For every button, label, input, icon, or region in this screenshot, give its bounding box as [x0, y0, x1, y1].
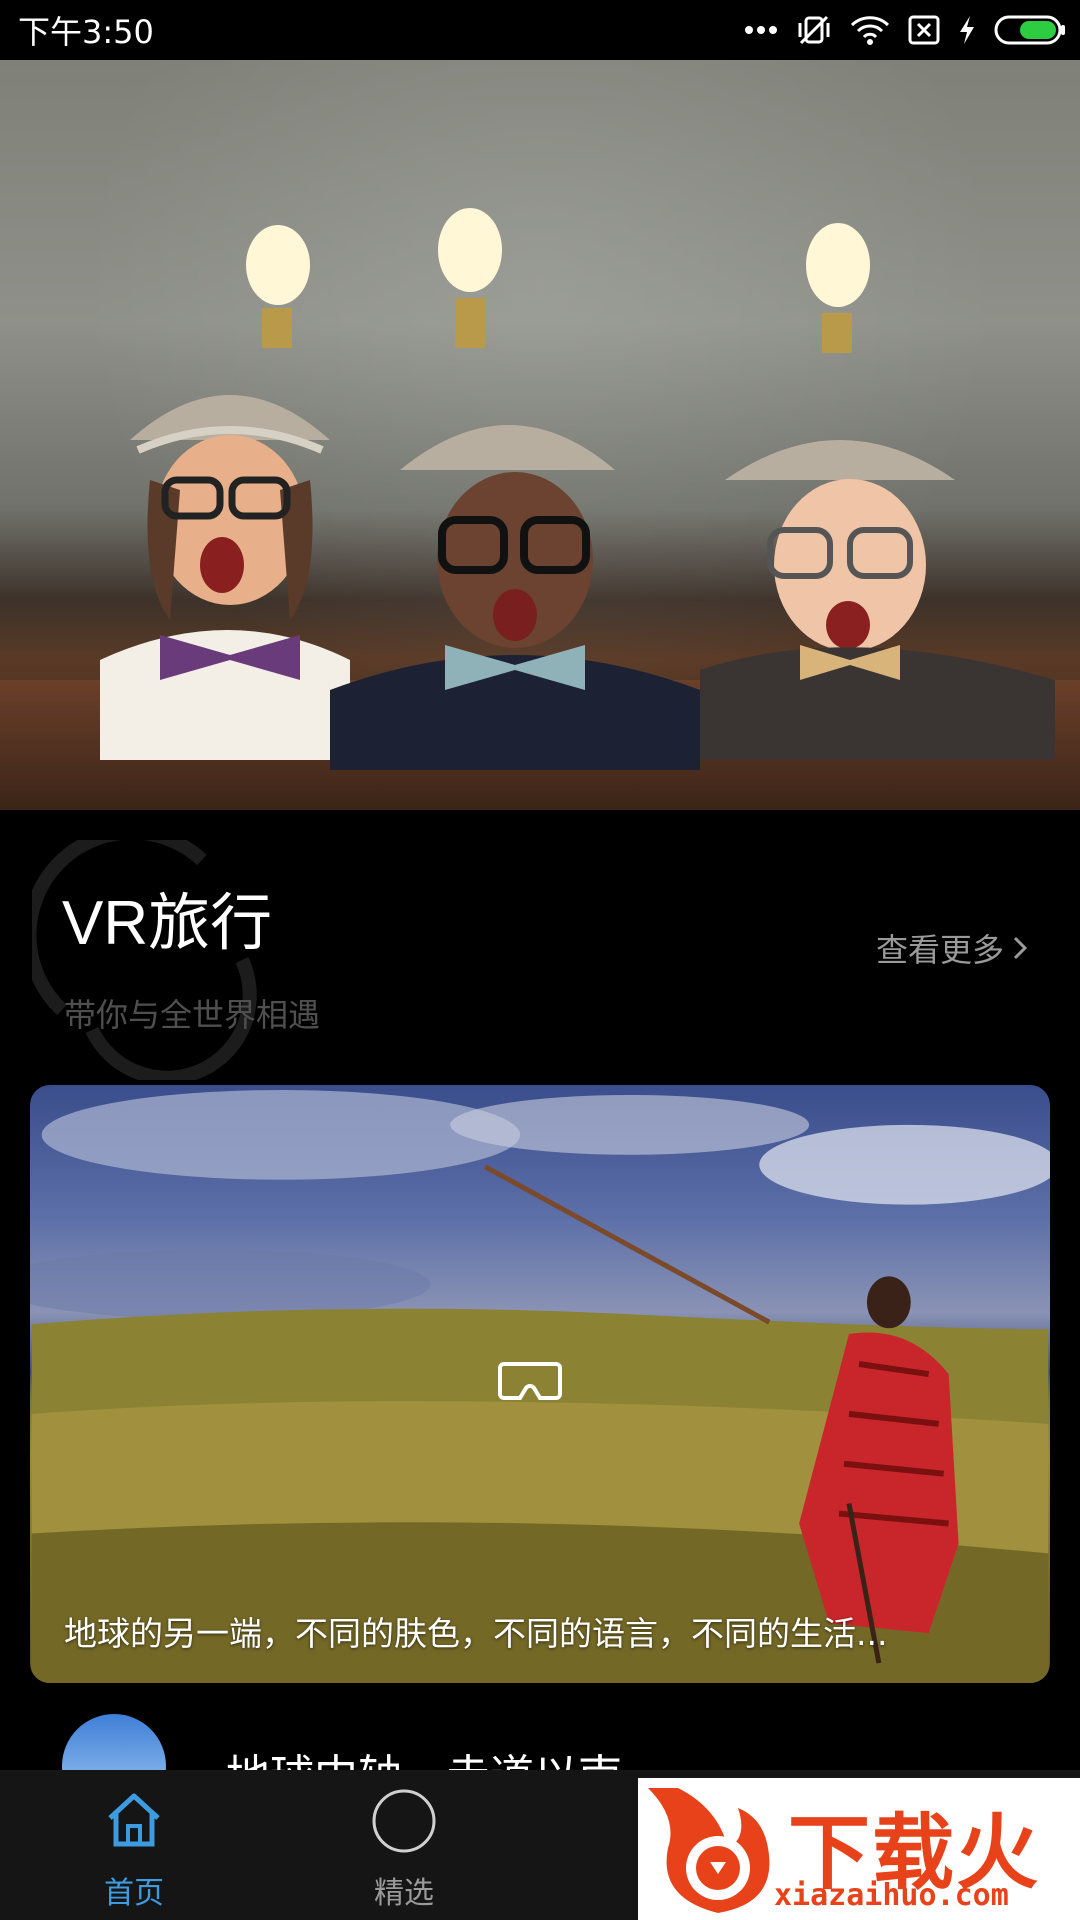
see-more-link[interactable]: 查看更多 — [876, 925, 1028, 971]
list-item[interactable]: 地球中轴，赤道以南 — [0, 1700, 1080, 1770]
watermark-url: xiazaihuo.com — [774, 1878, 1009, 1913]
banner-carousel[interactable] — [0, 60, 1080, 810]
chevron-right-icon — [1013, 936, 1028, 960]
home-icon — [108, 1793, 160, 1847]
charging-icon — [960, 16, 974, 44]
tab-home-label: 首页 — [104, 1876, 164, 1911]
status-icons — [744, 0, 1066, 60]
more-dots-icon — [745, 26, 777, 34]
watermark-logo: 下载火 xiazaihuo.com — [638, 1778, 1080, 1920]
tab-featured-label: 精选 — [374, 1876, 434, 1911]
section-subtitle: 带你与全世界相遇 — [64, 996, 321, 1034]
vr-travel-card[interactable]: 地球的另一端，不同的肤色，不同的语言，不同的生活... — [30, 1085, 1050, 1683]
wifi-icon — [850, 16, 890, 45]
circle-icon — [372, 1789, 436, 1853]
item-thumbnail — [62, 1714, 166, 1770]
tab-home[interactable]: 首页 — [44, 1770, 224, 1920]
battery-icon — [994, 15, 1065, 45]
banner-illustration — [100, 208, 1055, 770]
status-time: 下午3:50 — [18, 13, 154, 51]
vibrate-off-icon — [798, 15, 830, 45]
status-bar: 下午3:50 — [0, 0, 1080, 60]
see-more-label: 查看更多 — [875, 931, 1004, 969]
flame-logo-icon — [648, 1788, 770, 1913]
tab-featured[interactable]: 精选 — [314, 1770, 494, 1920]
card-caption: 地球的另一端，不同的肤色，不同的语言，不同的生活... — [64, 1614, 888, 1653]
vr-travel-section-header: VR旅行 带你与全世界相遇 查看更多 — [0, 810, 1080, 1080]
vr-headset-icon — [498, 1362, 562, 1400]
sim-off-icon — [908, 15, 940, 45]
section-title: VR旅行 — [62, 889, 273, 958]
item-title: 地球中轴，赤道以南 — [226, 1740, 622, 1770]
